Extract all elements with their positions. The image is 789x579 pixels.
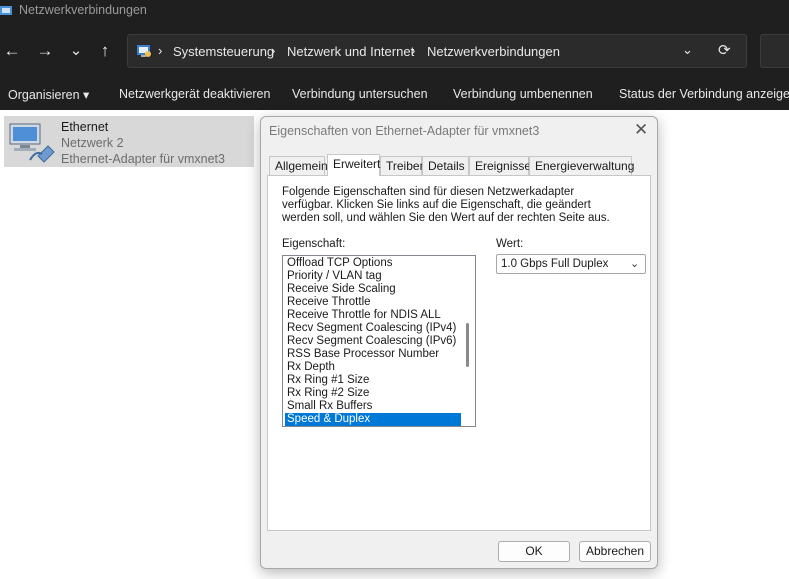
list-item[interactable]: Receive Side Scaling	[285, 283, 461, 296]
up-arrow-icon[interactable]: ↑	[94, 40, 116, 62]
list-item[interactable]: Offload TCP Options	[285, 257, 461, 270]
tab-energieverwaltung[interactable]: Energieverwaltung	[529, 156, 634, 175]
connection-item-ethernet[interactable]: Ethernet Netzwerk 2 Ethernet-Adapter für…	[4, 116, 254, 167]
back-arrow-icon[interactable]: ←	[1, 40, 23, 62]
list-item[interactable]: Recv Segment Coalescing (IPv4)	[285, 322, 461, 335]
value-label: Wert:	[496, 238, 524, 250]
list-item[interactable]: Receive Throttle	[285, 296, 461, 309]
navigation-bar: ← → ⌄ ↑ › Systemsteuerung › Netzwerk und…	[0, 24, 789, 78]
dialog-title: Eigenschaften von Ethernet-Adapter für v…	[269, 124, 540, 138]
refresh-icon[interactable]: ⟳	[718, 41, 731, 59]
scrollbar-thumb[interactable]	[466, 323, 469, 367]
list-item[interactable]: Small Rx Buffers	[285, 400, 461, 413]
connection-network: Netzwerk 2	[61, 136, 124, 150]
breadcrumb-separator-icon: ›	[411, 43, 416, 58]
tab-erweitert[interactable]: Erweitert	[327, 154, 380, 176]
list-item[interactable]: Rx Ring #2 Size	[285, 387, 461, 400]
diagnose-connection-button[interactable]: Verbindung untersuchen	[292, 87, 428, 101]
breadcrumb-separator-icon: ›	[271, 43, 276, 58]
ok-button[interactable]: OK	[498, 541, 570, 562]
organize-menu-button[interactable]: Organisieren ▾	[8, 87, 89, 102]
address-history-chevron-icon[interactable]: ⌄	[682, 42, 693, 58]
connection-adapter: Ethernet-Adapter für vmxnet3	[61, 152, 225, 166]
tab-ereignisse[interactable]: Ereignisse	[469, 156, 531, 175]
property-list-scrollbar[interactable]	[461, 256, 475, 426]
value-dropdown[interactable]: 1.0 Gbps Full Duplex ⌄	[496, 254, 646, 274]
property-listbox[interactable]: Offload TCP Options Priority / VLAN tag …	[282, 255, 476, 427]
view-status-button[interactable]: Status der Verbindung anzeigen	[619, 87, 789, 101]
disable-device-button[interactable]: Netzwerkgerät deaktivieren	[119, 87, 270, 101]
rename-connection-button[interactable]: Verbindung umbenennen	[453, 87, 593, 101]
tab-treiber[interactable]: Treiber	[380, 156, 424, 175]
network-adapter-icon	[9, 123, 55, 163]
advanced-tab-panel: Folgende Eigenschaften sind für diesen N…	[267, 175, 651, 531]
list-item-selected[interactable]: Speed & Duplex	[285, 413, 461, 426]
panel-description: Folgende Eigenschaften sind für diesen N…	[282, 186, 610, 224]
control-panel-icon	[137, 45, 151, 57]
network-folder-icon	[0, 6, 12, 15]
breadcrumb-separator-icon: ›	[158, 43, 163, 58]
list-item[interactable]: Rx Ring #1 Size	[285, 374, 461, 387]
list-item[interactable]: Priority / VLAN tag	[285, 270, 461, 283]
breadcrumb-netzwerkverbindungen[interactable]: Netzwerkverbindungen	[427, 44, 560, 59]
adapter-properties-dialog: Eigenschaften von Ethernet-Adapter für v…	[260, 116, 658, 569]
address-bar[interactable]: › Systemsteuerung › Netzwerk und Interne…	[127, 34, 747, 68]
property-label: Eigenschaft:	[282, 238, 346, 250]
connection-name: Ethernet	[61, 120, 109, 134]
value-dropdown-selected: 1.0 Gbps Full Duplex	[501, 258, 609, 270]
title-bar: Netzwerkverbindungen	[0, 0, 789, 24]
command-bar: Organisieren ▾ Netzwerkgerät deaktiviere…	[0, 78, 789, 110]
list-item[interactable]: Receive Throttle for NDIS ALL	[285, 309, 461, 322]
close-icon[interactable]: ✕	[634, 120, 648, 140]
forward-arrow-icon[interactable]: →	[34, 40, 56, 62]
breadcrumb-systemsteuerung[interactable]: Systemsteuerung	[173, 44, 274, 59]
tab-details[interactable]: Details	[422, 156, 469, 175]
window-title: Netzwerkverbindungen	[19, 3, 147, 17]
list-item[interactable]: Recv Segment Coalescing (IPv6)	[285, 335, 461, 348]
breadcrumb-netzwerk-und-internet[interactable]: Netzwerk und Internet	[287, 44, 414, 59]
cancel-button[interactable]: Abbrechen	[579, 541, 651, 562]
list-item[interactable]: RSS Base Processor Number	[285, 348, 461, 361]
chevron-down-icon: ⌄	[630, 258, 640, 270]
search-input[interactable]	[760, 34, 789, 68]
tab-allgemein[interactable]: Allgemein	[269, 156, 328, 175]
recent-locations-chevron-icon[interactable]: ⌄	[65, 40, 87, 62]
list-item[interactable]: Rx Depth	[285, 361, 461, 374]
